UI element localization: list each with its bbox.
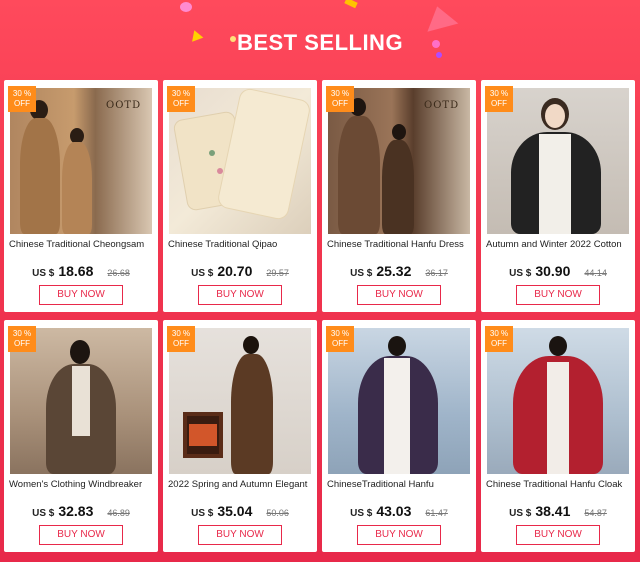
buy-now-button[interactable]: BUY NOW — [39, 525, 123, 545]
ootd-text: OOTD — [106, 100, 142, 111]
price-row: US $38.41 54.87 — [481, 503, 635, 521]
original-price: 26.68 — [107, 268, 130, 278]
price-row: US $25.32 36.17 — [322, 263, 476, 281]
price: 20.70 — [217, 263, 253, 279]
product-grid: OOTD 30 % OFF Chinese Traditional Cheongs… — [4, 80, 636, 560]
original-price: 29.57 — [266, 268, 289, 278]
buy-now-button[interactable]: BUY NOW — [39, 285, 123, 305]
discount-badge: 30 % OFF — [167, 326, 195, 352]
buy-now-button[interactable]: BUY NOW — [357, 525, 441, 545]
currency-label: US $ — [191, 508, 214, 519]
discount-badge: 30 % OFF — [167, 86, 195, 112]
product-name[interactable]: ChineseTraditional Hanfu — [327, 479, 473, 493]
buy-now-button[interactable]: BUY NOW — [198, 285, 282, 305]
product-card[interactable]: 30 % OFF Autumn and Winter 2022 Cotton US… — [481, 80, 635, 312]
product-card[interactable]: 30 % OFF Women's Clothing Windbreaker US … — [4, 320, 158, 552]
discount-badge: 30 % OFF — [8, 86, 36, 112]
currency-label: US $ — [509, 508, 532, 519]
discount-badge: 30 % OFF — [485, 86, 513, 112]
product-name[interactable]: Autumn and Winter 2022 Cotton — [486, 239, 632, 253]
original-price: 54.87 — [584, 508, 607, 518]
price: 32.83 — [58, 503, 94, 519]
price: 35.04 — [217, 503, 253, 519]
buy-now-button[interactable]: BUY NOW — [516, 285, 600, 305]
buy-now-button[interactable]: BUY NOW — [516, 525, 600, 545]
price: 18.68 — [58, 263, 94, 279]
currency-label: US $ — [32, 508, 55, 519]
header-banner: BEST SELLING — [0, 0, 640, 80]
product-name[interactable]: Chinese Traditional Hanfu Cloak — [486, 479, 632, 493]
price: 25.32 — [376, 263, 412, 279]
currency-label: US $ — [191, 268, 214, 279]
original-price: 61.47 — [425, 508, 448, 518]
discount-badge: 30 % OFF — [485, 326, 513, 352]
product-card[interactable]: 30 % OFF ChineseTraditional Hanfu US $43.… — [322, 320, 476, 552]
discount-badge: 30 % OFF — [326, 326, 354, 352]
page-title: BEST SELLING — [236, 30, 404, 55]
price-row: US $20.70 29.57 — [163, 263, 317, 281]
currency-label: US $ — [32, 268, 55, 279]
discount-badge: 30 % OFF — [326, 86, 354, 112]
original-price: 50.06 — [266, 508, 289, 518]
currency-label: US $ — [350, 508, 373, 519]
price-row: US $35.04 50.06 — [163, 503, 317, 521]
price-row: US $30.90 44.14 — [481, 263, 635, 281]
original-price: 44.14 — [584, 268, 607, 278]
price: 30.90 — [535, 263, 571, 279]
product-name[interactable]: Women's Clothing Windbreaker — [9, 479, 155, 493]
original-price: 36.17 — [425, 268, 448, 278]
product-name[interactable]: Chinese Traditional Qipao — [168, 239, 314, 253]
product-name[interactable]: 2022 Spring and Autumn Elegant — [168, 479, 314, 493]
product-name[interactable]: Chinese Traditional Cheongsam — [9, 239, 155, 253]
confetti-decoration — [180, 2, 192, 12]
product-card[interactable]: OOTD 30 % OFF Chinese Traditional Hanfu D… — [322, 80, 476, 312]
price-row: US $43.03 61.47 — [322, 503, 476, 521]
buy-now-button[interactable]: BUY NOW — [198, 525, 282, 545]
confetti-decoration — [421, 2, 459, 32]
product-card[interactable]: 30 % OFF Chinese Traditional Hanfu Cloak … — [481, 320, 635, 552]
confetti-decoration — [344, 0, 358, 9]
product-name[interactable]: Chinese Traditional Hanfu Dress — [327, 239, 473, 253]
product-card[interactable]: 30 % OFF Chinese Traditional Qipao US $20… — [163, 80, 317, 312]
price-row: US $32.83 46.89 — [4, 503, 158, 521]
discount-badge: 30 % OFF — [8, 326, 36, 352]
product-card[interactable]: 30 % OFF 2022 Spring and Autumn Elegant U… — [163, 320, 317, 552]
price-row: US $18.68 26.68 — [4, 263, 158, 281]
buy-now-button[interactable]: BUY NOW — [357, 285, 441, 305]
price: 43.03 — [376, 503, 412, 519]
ootd-text: OOTD — [424, 100, 460, 111]
product-card[interactable]: OOTD 30 % OFF Chinese Traditional Cheongs… — [4, 80, 158, 312]
original-price: 46.89 — [107, 508, 130, 518]
currency-label: US $ — [509, 268, 532, 279]
price: 38.41 — [535, 503, 571, 519]
currency-label: US $ — [350, 268, 373, 279]
